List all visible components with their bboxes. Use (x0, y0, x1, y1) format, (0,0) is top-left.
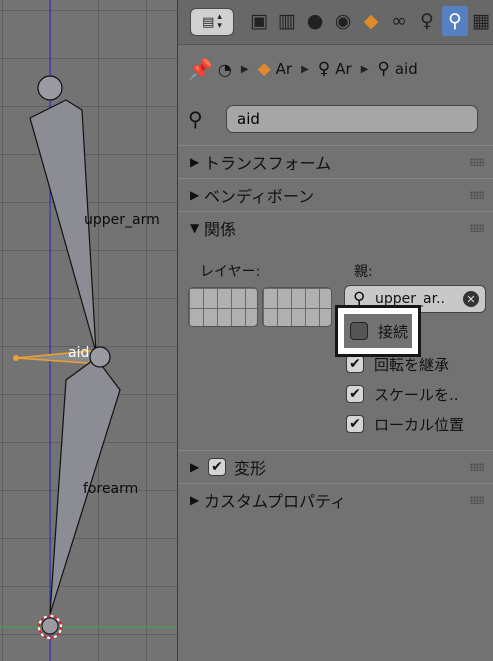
camera-icon: ▣ (250, 10, 268, 32)
triangle-right-icon: ▶ (190, 154, 200, 169)
bone-joint-elbow (89, 346, 111, 368)
section-relations-label: 関係 (204, 219, 237, 239)
armature-tab-button[interactable]: ♀ (414, 6, 440, 36)
inherit-scale-label: スケールを.. (374, 385, 459, 404)
bone-label-forearm: forearm (83, 481, 139, 497)
chevron-right-icon: ▶ (301, 63, 309, 75)
triangle-right-icon: ▶ (190, 187, 200, 202)
armature-drawing (0, 0, 177, 661)
checker-icon: ▦ (472, 10, 490, 32)
section-bendy-bones-label: ベンディボーン (204, 186, 315, 206)
chevron-right-icon: ▶ (240, 63, 249, 75)
editor-type-selector[interactable]: ▤ ▴ ▾ (190, 8, 234, 36)
properties-panel: ▤ ▴ ▾ ▣ ▥ ● ◉ ◆ ∞ ♀ ⚲ ▦ 📌 ◔ ▶ ◆ Ar ▶ ♀ Ar… (177, 0, 493, 661)
section-transform[interactable]: ▶ トランスフォーム (178, 145, 493, 177)
chevron-right-icon: ▶ (360, 63, 369, 75)
render-layers-tab-button[interactable]: ▥ (274, 6, 300, 36)
breadcrumb-bone: aid (394, 60, 418, 78)
local-location-option[interactable]: ✔ ローカル位置 (346, 412, 464, 436)
parent-label: 親: (354, 264, 373, 280)
bone-layers-grid-left[interactable] (188, 287, 258, 327)
inherit-scale-option[interactable]: ✔ スケールを.. (346, 382, 459, 406)
triangle-right-icon: ▶ (190, 459, 200, 474)
bone-forearm-tail (41, 617, 59, 635)
section-custom-properties[interactable]: ▶ カスタムプロパティ (178, 483, 493, 515)
drag-grip-icon[interactable] (470, 463, 484, 471)
bone-label-aid: aid (68, 345, 90, 361)
drag-grip-icon[interactable] (470, 191, 484, 199)
scene-icon: ● (306, 10, 324, 32)
scene-tab-button[interactable]: ● (302, 6, 328, 36)
bone-name-row: ⚲ (188, 104, 492, 134)
armature-figure-icon: ♀ (420, 10, 434, 32)
bone-upper-arm-head (37, 75, 63, 101)
section-transform-label: トランスフォーム (204, 153, 332, 173)
triangle-right-icon: ▶ (190, 492, 200, 507)
section-relations[interactable]: ▼ 関係 (178, 211, 493, 243)
section-custom-properties-label: カスタムプロパティ (204, 491, 347, 511)
local-location-label: ローカル位置 (374, 415, 465, 434)
bone-aid-head (13, 355, 19, 361)
connect-option-highlight: 接続 (335, 305, 421, 357)
object-tab-button[interactable]: ◆ (358, 6, 384, 36)
pin-icon[interactable]: 📌 (188, 57, 213, 81)
chevron-updown-icon: ▴ ▾ (217, 12, 222, 31)
render-layers-icon: ▥ (278, 10, 296, 32)
render-tab-button[interactable]: ▣ (246, 6, 272, 36)
triangle-down-icon: ▼ (190, 220, 200, 235)
drag-grip-icon[interactable] (470, 496, 484, 504)
section-deform-label: 変形 (234, 458, 267, 478)
drag-grip-icon[interactable] (470, 224, 484, 232)
3d-viewport[interactable]: upper_arm aid forearm (0, 0, 177, 661)
inherit-scale-checkbox[interactable]: ✔ (346, 385, 364, 403)
bone-icon: ⚲ (448, 10, 462, 32)
breadcrumb-object: Ar (275, 60, 293, 78)
scene-icon: ◔ (217, 59, 232, 79)
bone-tab-button[interactable]: ⚲ (442, 6, 468, 36)
connect-checkbox[interactable] (350, 322, 368, 340)
connect-label: 接続 (378, 322, 409, 341)
bone-layers-grid-right[interactable] (262, 287, 332, 327)
world-tab-button[interactable]: ◉ (330, 6, 356, 36)
cube-icon: ◆ (363, 10, 379, 32)
local-location-checkbox[interactable]: ✔ (346, 415, 364, 433)
breadcrumb-armature: Ar (335, 60, 352, 78)
armature-figure-icon: ♀ (317, 59, 331, 79)
world-icon: ◉ (334, 10, 352, 32)
properties-header: ▤ ▴ ▾ ▣ ▥ ● ◉ ◆ ∞ ♀ ⚲ ▦ (178, 0, 493, 45)
bone-icon: ⚲ (188, 107, 203, 131)
layers-label: レイヤー: (200, 264, 261, 280)
chain-link-icon: ∞ (391, 10, 407, 32)
section-deform[interactable]: ▶ ✔ 変形 (178, 450, 493, 482)
properties-editor-icon: ▤ (202, 14, 215, 30)
bone-name-input[interactable] (226, 105, 478, 133)
cube-icon: ◆ (257, 59, 271, 79)
constraints-tab-button[interactable]: ∞ (386, 6, 412, 36)
section-bendy-bones[interactable]: ▶ ベンディボーン (178, 178, 493, 210)
breadcrumb: 📌 ◔ ▶ ◆ Ar ▶ ♀ Ar ▶ ⚲ aid (188, 54, 492, 84)
drag-grip-icon[interactable] (470, 158, 484, 166)
inherit-rotation-checkbox[interactable]: ✔ (346, 355, 364, 373)
clear-icon[interactable]: ✕ (463, 291, 479, 307)
deform-checkbox[interactable]: ✔ (208, 457, 226, 476)
bone-label-upper-arm: upper_arm (84, 212, 160, 228)
bone-icon: ⚲ (377, 59, 390, 79)
bone-constraints-tab-button[interactable]: ▦ (470, 6, 492, 36)
connect-option[interactable]: 接続 (344, 314, 412, 348)
